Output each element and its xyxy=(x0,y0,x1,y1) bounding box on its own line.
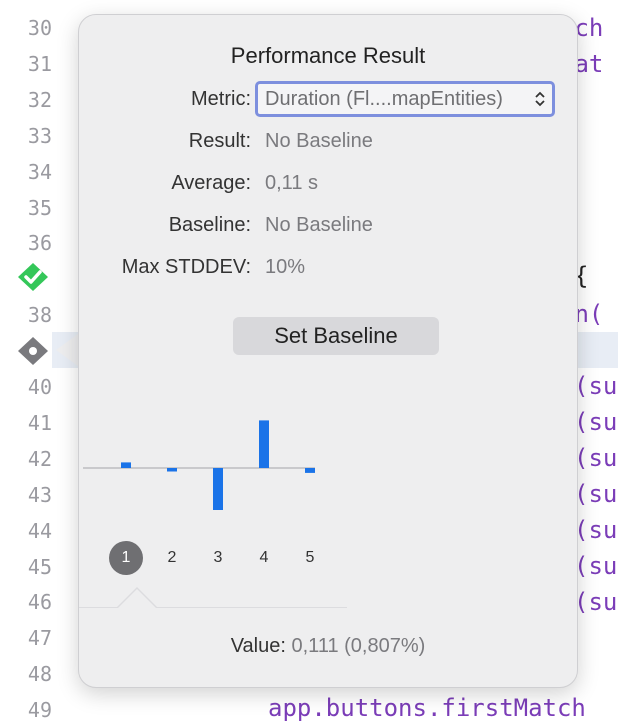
line-number-text: 32 xyxy=(27,87,52,112)
line-number-text: 46 xyxy=(27,590,52,615)
line-number-text: 41 xyxy=(27,410,52,435)
line-number-text: 44 xyxy=(27,518,52,543)
iteration-4[interactable]: 4 xyxy=(247,541,281,575)
average-row: Average: xyxy=(79,167,251,199)
line-number-text: 40 xyxy=(27,375,52,399)
metric-value: Duration (Fl....mapEntities) xyxy=(265,88,503,110)
code-fragment-text: (su xyxy=(574,516,618,544)
line-number: 38 xyxy=(0,297,52,333)
line-number-text: 45 xyxy=(27,554,52,579)
code-fragment: (su xyxy=(574,548,617,584)
iteration-1[interactable]: 1 xyxy=(109,541,143,575)
max-stddev-row: Max STDDEV: xyxy=(79,251,251,283)
line-number: 48 xyxy=(0,656,52,692)
code-fragment: (su xyxy=(574,440,617,476)
value-row: Value: 0,111 (0,807%) xyxy=(79,635,577,658)
line-number-text: 36 xyxy=(27,231,52,256)
chart-bar-3[interactable] xyxy=(213,468,223,510)
max-stddev-label: Max STDDEV: xyxy=(121,256,251,278)
popover-arrow xyxy=(56,334,78,366)
line-number-text: 31 xyxy=(27,51,52,76)
code-fragment: (su xyxy=(574,476,617,512)
line-number: 36 xyxy=(0,225,52,261)
line-number-text: 35 xyxy=(27,195,52,220)
line-number: 32 xyxy=(0,82,52,118)
chart-bar-2[interactable] xyxy=(167,468,177,472)
line-number: 40 xyxy=(0,369,52,405)
code-fragment: (su xyxy=(574,512,617,548)
performance-result-popover: Performance Result Metric: Duration (Fl.… xyxy=(78,14,578,688)
iteration-5[interactable]: 5 xyxy=(293,541,327,575)
metric-label: Metric: xyxy=(191,88,251,110)
chart-bar-4[interactable] xyxy=(259,420,269,468)
chart-bar-1[interactable] xyxy=(121,462,131,468)
line-number: 34 xyxy=(0,154,52,190)
result-row: Result: xyxy=(79,125,251,157)
line-number: 35 xyxy=(0,190,52,226)
code-fragment-text: (su xyxy=(574,408,618,436)
line-number-text: 48 xyxy=(27,662,52,687)
result-value: No Baseline xyxy=(265,130,373,152)
max-stddev-value: 10% xyxy=(265,256,306,278)
performance-bar-chart xyxy=(121,420,315,510)
chevron-up-down-icon xyxy=(534,84,546,114)
baseline-row: Baseline: xyxy=(79,209,251,241)
line-number: 46 xyxy=(0,584,52,620)
line-number-text: 34 xyxy=(27,159,52,184)
selection-notch-inner xyxy=(118,589,156,608)
code-fragment-text: (su xyxy=(574,480,618,508)
test-pass-icon[interactable] xyxy=(16,262,50,292)
code-fragment: (su xyxy=(574,404,617,440)
value-label: Value: xyxy=(230,635,286,657)
code-fragment-text: (su xyxy=(574,372,618,400)
iteration-3[interactable]: 3 xyxy=(201,541,235,575)
line-number-text: 42 xyxy=(27,446,52,471)
iteration-2[interactable]: 2 xyxy=(155,541,189,575)
set-baseline-button[interactable]: Set Baseline xyxy=(233,317,439,355)
line-number-text: 30 xyxy=(27,16,52,40)
chart-bar-5[interactable] xyxy=(305,468,315,473)
line-number-text: 47 xyxy=(27,626,52,651)
code-fragment: app.buttons.firstMatch xyxy=(268,694,586,722)
average-label: Average: xyxy=(171,172,251,194)
line-number: 47 xyxy=(0,620,52,656)
line-number-text: 43 xyxy=(27,482,52,507)
line-number: 33 xyxy=(0,118,52,154)
line-number: 45 xyxy=(0,549,52,585)
line-number: 30 xyxy=(0,10,52,46)
code-fragment-text: (su xyxy=(574,552,618,580)
value-value: 0,111 (0,807%) xyxy=(291,635,426,657)
line-number: 31 xyxy=(0,46,52,82)
baseline-label: Baseline: xyxy=(168,214,251,236)
code-fragment: (su xyxy=(574,368,617,404)
line-number: 41 xyxy=(0,405,52,441)
metric-select[interactable]: Duration (Fl....mapEntities) xyxy=(255,81,555,117)
code-fragment-text: (su xyxy=(574,444,618,472)
code-fragment-text: (su xyxy=(574,588,618,616)
line-number: 43 xyxy=(0,477,52,513)
average-value: 0,11 s xyxy=(265,172,318,194)
result-label: Result: xyxy=(188,130,251,152)
line-number: 42 xyxy=(0,441,52,477)
line-number-text: 49 xyxy=(27,698,52,723)
popover-title: Performance Result xyxy=(230,43,426,68)
metric-row: Metric: xyxy=(79,83,251,115)
line-number: 49 xyxy=(0,692,52,728)
line-number: 44 xyxy=(0,513,52,549)
iteration-selector: 12345 xyxy=(79,541,379,575)
baseline-value: No Baseline xyxy=(265,214,373,236)
line-number-text: 33 xyxy=(27,123,52,148)
line-number-text: 38 xyxy=(27,303,52,328)
code-fragment: (su xyxy=(574,584,617,620)
performance-test-icon[interactable] xyxy=(16,336,50,366)
